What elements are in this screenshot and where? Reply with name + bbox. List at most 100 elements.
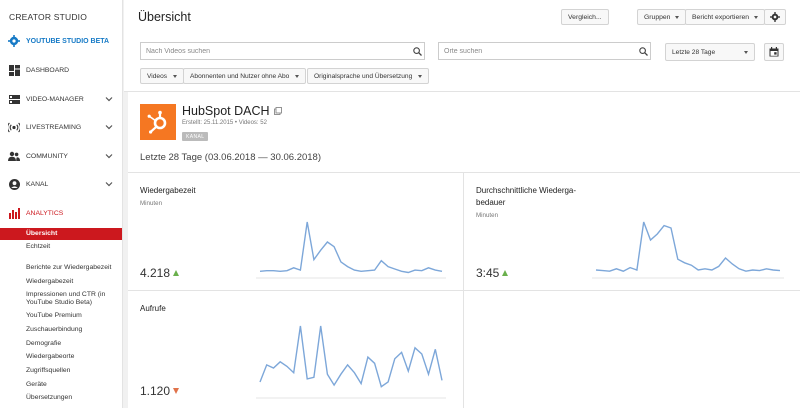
place-search-box[interactable] [438, 42, 651, 60]
date-range-dropdown[interactable]: Letzte 28 Tage [665, 43, 755, 61]
views-sparkline [256, 325, 446, 399]
bar-chart-icon [8, 207, 20, 219]
sidebar-subitem-wiedergabezeit[interactable]: Wiedergabezeit [26, 278, 73, 286]
video-search-box[interactable] [140, 42, 425, 60]
trend-up-icon [502, 270, 509, 276]
sidebar-item-label: COMMUNITY [26, 152, 68, 160]
card-watchtime[interactable]: Wiedergabezeit Minuten 4.218 [128, 173, 464, 291]
export-report-label: Bericht exportieren [692, 13, 750, 21]
chevron-down-icon[interactable] [105, 152, 113, 160]
caret-down-icon [744, 50, 748, 54]
dashboard-icon [8, 64, 20, 76]
calendar-button[interactable] [764, 43, 784, 61]
card-unit: Minuten [476, 212, 499, 219]
settings-button[interactable] [764, 9, 786, 25]
card-title: Wiedergabezeit [140, 186, 196, 195]
card-avg-duration[interactable]: Durchschnittliche Wiederga- bedauer Minu… [464, 173, 800, 291]
sparkline-line [595, 221, 781, 272]
sidebar-item-label: ANALYTICS [26, 209, 64, 217]
channel-name-text: HubSpot DACH [182, 104, 270, 118]
card-unit: Minuten [140, 200, 163, 207]
sidebar-item-video-manager[interactable]: VIDEO-MANAGER [0, 90, 122, 108]
trend-up-icon [173, 270, 180, 276]
sidebar-item-label: LIVESTREAMING [26, 123, 82, 131]
youtube-studio-beta-link[interactable]: YOUTUBE STUDIO BETA [0, 32, 122, 50]
groups-dropdown-label: Gruppen [644, 13, 671, 21]
sidebar-item-analytics[interactable]: ANALYTICS [0, 204, 122, 222]
language-filter-dropdown[interactable]: Originalsprache und Übersetzung [307, 68, 430, 84]
avg-duration-sparkline [592, 221, 784, 279]
card-value: 3:45 [476, 266, 509, 280]
sidebar-subitem-demografie[interactable]: Demografie [26, 340, 61, 348]
videos-filter-label: Videos [147, 72, 168, 80]
metric-cards: Wiedergabezeit Minuten 4.218 Durchschnit… [128, 172, 800, 408]
search-icon[interactable] [636, 44, 650, 58]
page-title: Übersicht [138, 10, 191, 24]
channel-meta: Erstellt: 25.11.2015 • Videos: 52 [182, 120, 267, 126]
sidebar-subitem-label: Übersicht [26, 230, 58, 237]
language-filter-label: Originalsprache und Übersetzung [314, 72, 413, 80]
sidebar-subitem-zugriffsquellen[interactable]: Zugriffsquellen [26, 367, 70, 375]
videos-filter-dropdown[interactable]: Videos [140, 68, 185, 84]
subscribers-filter-label: Abonnenten und Nutzer ohne Abo [190, 72, 290, 80]
sidebar-item-dashboard[interactable]: DASHBOARD [0, 61, 122, 79]
trend-down-icon [173, 388, 180, 394]
card-title-line1: Durchschnittliche Wiederga- [476, 186, 577, 195]
groups-dropdown[interactable]: Gruppen [637, 9, 687, 25]
youtube-studio-beta-label: YOUTUBE STUDIO BETA [26, 37, 110, 45]
sparkline-line [259, 325, 443, 388]
export-report-dropdown[interactable]: Bericht exportieren [685, 9, 766, 25]
card-views[interactable]: Aufrufe 1.120 [128, 291, 464, 408]
search-icon[interactable] [410, 44, 424, 58]
chevron-down-icon[interactable] [105, 123, 113, 131]
sidebar-item-label: KANAL [26, 180, 49, 188]
hubspot-sprocket-icon [147, 110, 167, 134]
sidebar-subitem-wiedergabeorte[interactable]: Wiedergabeorte [26, 353, 74, 361]
card-title-line2: bedauer [476, 198, 506, 207]
chevron-down-icon[interactable] [105, 180, 113, 188]
account-icon [8, 178, 20, 190]
hubspot-logo [140, 104, 176, 140]
card-value-text: 3:45 [476, 266, 500, 280]
sidebar-subitem-echtzeit[interactable]: Echtzeit [26, 243, 50, 251]
sidebar-subitem-impressionen-line2[interactable]: YouTube Studio Beta) [26, 299, 92, 307]
chevron-down-icon[interactable] [105, 95, 113, 103]
compare-button[interactable]: Vergleich... [561, 9, 609, 25]
card-value-text: 1.120 [140, 384, 171, 398]
sidebar-item-community[interactable]: COMMUNITY [0, 147, 122, 165]
sidebar: CREATOR STUDIO YOUTUBE STUDIO BETA DASHB… [0, 0, 123, 408]
sidebar-subitem-youtube-premium[interactable]: YouTube Premium [26, 312, 82, 320]
sidebar-item-label: VIDEO-MANAGER [26, 95, 84, 103]
sidebar-item-livestreaming[interactable]: LIVESTREAMING [0, 118, 122, 136]
channel-name[interactable]: HubSpot DACH [182, 104, 282, 118]
sidebar-subitem-uebersetzungen[interactable]: Übersetzungen [26, 394, 72, 402]
video-manager-icon [8, 93, 20, 105]
channel-badge: KANAL [182, 132, 209, 141]
place-search-input[interactable] [439, 43, 636, 59]
people-icon [8, 150, 20, 162]
caret-down-icon [754, 15, 759, 19]
date-period: Letzte 28 Tage (03.06.2018 — 30.06.2018) [140, 152, 321, 163]
external-link-icon[interactable] [273, 107, 282, 115]
page-header: Übersicht Vergleich... Gruppen Bericht e… [124, 0, 800, 34]
caret-down-icon [173, 74, 178, 78]
sidebar-item-label: DASHBOARD [26, 66, 70, 74]
card-value: 1.120 [140, 384, 180, 398]
overview-main: HubSpot DACH Erstellt: 25.11.2015 • Vide… [128, 92, 800, 408]
caret-down-icon [295, 74, 300, 78]
subscribers-filter-dropdown[interactable]: Abonnenten und Nutzer ohne Abo [183, 68, 307, 84]
sidebar-subheading-reports: Berichte zur Wiedergabezeit [26, 264, 112, 271]
card-title: Aufrufe [140, 304, 166, 313]
calendar-icon [769, 47, 779, 57]
sidebar-item-kanal[interactable]: KANAL [0, 175, 122, 193]
sidebar-subitem-geraete[interactable]: Geräte [26, 381, 47, 389]
sidebar-subitem-zuschauerbindung[interactable]: Zuschauerbindung [26, 326, 82, 334]
card-value-text: 4.218 [140, 266, 171, 280]
video-search-input[interactable] [141, 43, 410, 59]
livestream-icon [8, 121, 20, 133]
sidebar-subitem-uebersicht[interactable]: Übersicht [0, 228, 122, 240]
sidebar-subitem-impressionen[interactable]: Impressionen und CTR (in [26, 291, 105, 299]
creator-studio-brand: CREATOR STUDIO [9, 12, 88, 22]
caret-down-icon [675, 15, 680, 19]
card-value: 4.218 [140, 266, 180, 280]
